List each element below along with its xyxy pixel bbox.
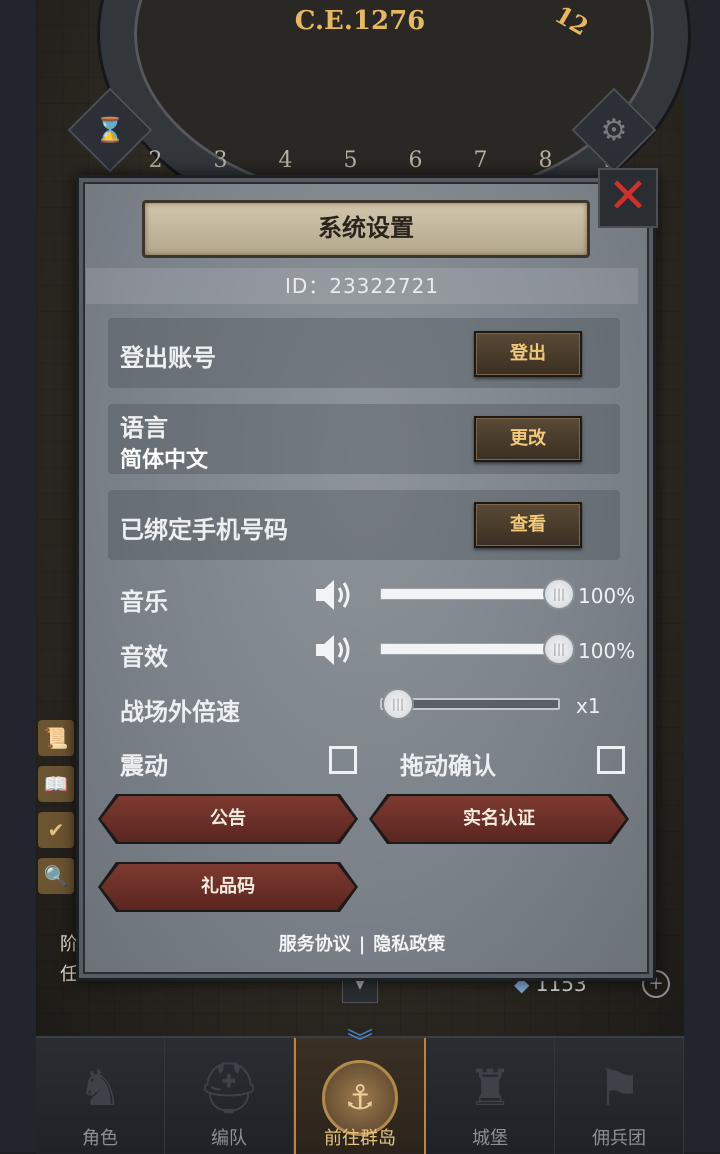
close-icon: ✕ [607,168,649,224]
sound-slider-thumb[interactable]: ||| [543,633,575,665]
dialog-title: 系统设置 [142,200,590,258]
drag-confirm-checkbox[interactable] [597,746,625,774]
helmet-icon: ⛑ [197,1059,261,1117]
book-icon[interactable]: 📖 [38,766,74,802]
nav-label: 角色 [82,1128,118,1149]
check-shield-icon[interactable]: ✔ [38,812,74,848]
terms-link[interactable]: 服务协议 [279,934,351,955]
music-value: 100% [578,584,636,608]
footer-separator: | [358,934,366,955]
nav-item-character[interactable]: ♞ 角色 [36,1038,165,1154]
nav-item-islands[interactable]: ︾ ⚓ 前往群岛 [294,1030,426,1154]
nav-label: 编队 [211,1128,247,1149]
hourglass-icon: ⌛ [95,115,125,144]
change-language-button[interactable]: 更改 [474,416,582,462]
castle-icon: ♜ [467,1059,513,1117]
nav-item-mercenary[interactable]: ⚑ 佣兵团 [555,1038,684,1154]
vibration-checkbox[interactable] [329,746,357,774]
music-label: 音乐 [120,588,168,616]
player-id: ID：23322721 [86,268,638,304]
nav-label: 前往群岛 [324,1128,396,1149]
magnifier-icon[interactable]: 🔍 [38,858,74,894]
footer-links: 服务协议 | 隐私政策 [86,930,638,956]
nav-label: 城堡 [472,1128,508,1149]
speed-value: x1 [576,694,601,718]
notice-button[interactable]: 公告 [101,796,355,842]
realname-verify-button[interactable]: 实名认证 [372,796,626,842]
sound-slider[interactable] [380,643,560,655]
right-frame [684,0,720,1152]
nav-label: 佣兵团 [592,1128,646,1149]
view-phone-button[interactable]: 查看 [474,502,582,548]
left-frame [0,0,36,1152]
phone-label: 已绑定手机号码 [120,516,288,544]
privacy-link[interactable]: 隐私政策 [373,934,445,955]
giftcode-button[interactable]: 礼品码 [101,864,355,910]
scroll-icon[interactable]: 📜 [38,720,74,756]
bottom-navigation: ♞ 角色 ⛑ 编队 ︾ ⚓ 前往群岛 ♜ 城堡 ⚑ 佣兵团 [36,1030,684,1154]
language-label: 语言 [120,414,168,442]
speed-slider-thumb[interactable]: ||| [382,688,414,720]
sound-label: 音效 [120,643,168,671]
speaker-icon[interactable] [314,578,354,612]
close-button[interactable]: ✕ [598,168,658,228]
left-quick-icons: 📜 📖 ✔ 🔍 [38,720,76,904]
gear-icon: ⚙ [600,112,628,148]
logout-label: 登出账号 [120,344,216,372]
knight-icon: ♞ [77,1059,123,1117]
calendar-year: C.E.1276 [294,6,426,36]
nav-item-castle[interactable]: ♜ 城堡 [426,1038,555,1154]
language-value: 简体中文 [120,448,209,473]
drag-confirm-label: 拖动确认 [400,752,496,780]
vibration-label: 震动 [120,752,168,780]
chevron-down-icon: ︾ [346,1028,374,1058]
nav-item-formation[interactable]: ⛑ 编队 [165,1038,294,1154]
speaker-icon[interactable] [314,633,354,667]
music-slider-thumb[interactable]: ||| [543,578,575,610]
speed-label: 战场外倍速 [120,698,240,726]
music-slider[interactable] [380,588,560,600]
sound-value: 100% [578,639,636,663]
logout-button[interactable]: 登出 [474,331,582,377]
flag-icon: ⚑ [596,1059,642,1117]
